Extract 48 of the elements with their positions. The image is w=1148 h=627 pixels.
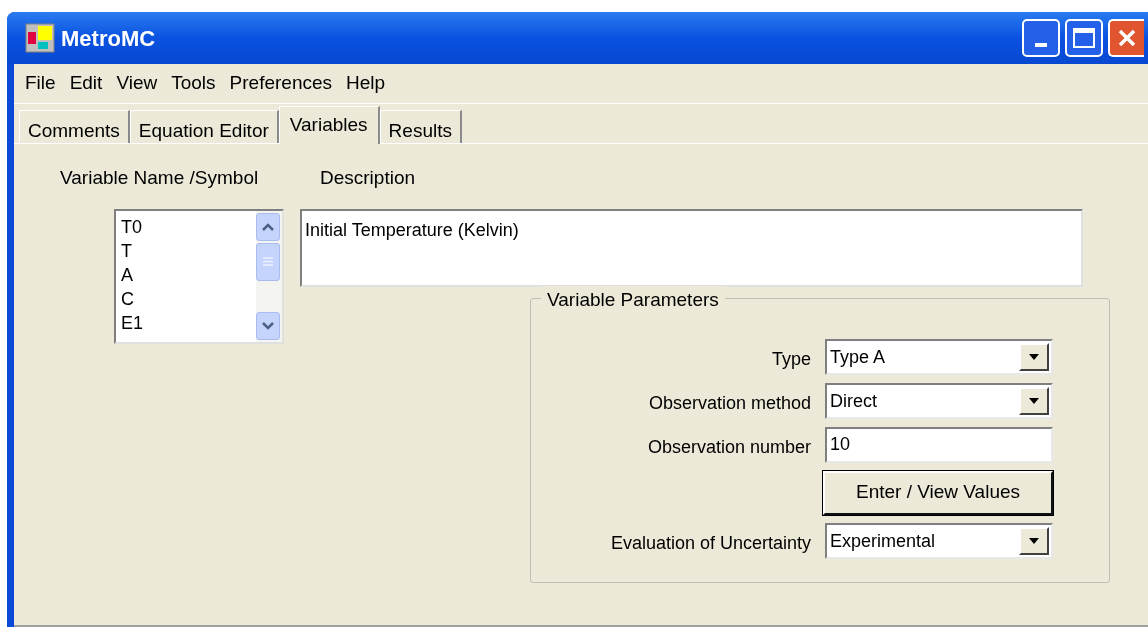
dropdown-arrow-icon — [1029, 537, 1039, 544]
dropdown-value: Direct — [830, 391, 877, 410]
dropdown-toggle[interactable] — [1019, 342, 1049, 371]
menu-item[interactable]: Preferences — [222, 69, 340, 98]
close-icon — [1117, 28, 1137, 48]
list-item[interactable]: T — [121, 238, 256, 263]
menu-item[interactable]: Help — [339, 69, 393, 98]
list-item[interactable]: A — [121, 262, 256, 287]
app-icon — [25, 23, 55, 53]
scroll-up-button[interactable] — [256, 212, 280, 241]
list-item[interactable]: E1 — [121, 310, 256, 335]
maximize-button[interactable] — [1065, 19, 1103, 57]
list-item[interactable]: T0 — [121, 214, 256, 239]
enter-values-button[interactable]: Enter / View Values — [823, 470, 1053, 515]
dropdown-arrow-icon — [1029, 353, 1039, 360]
dropdown[interactable]: Direct — [825, 382, 1053, 419]
field-label: Type — [771, 348, 811, 371]
variable-list[interactable]: T0 T A C E1 — [114, 208, 284, 344]
menu-item[interactable]: Edit — [62, 69, 110, 98]
close-button[interactable] — [1108, 19, 1144, 57]
tab[interactable]: Variables — [278, 106, 380, 144]
menu-item[interactable]: Tools — [164, 69, 223, 98]
dropdown-arrow-icon — [1029, 397, 1039, 404]
grip-icon — [263, 257, 273, 266]
menu-item[interactable]: View — [109, 69, 165, 98]
scroll-thumb[interactable] — [256, 242, 280, 281]
column-heading: Variable Name /Symbol — [60, 166, 260, 190]
tab[interactable]: Results — [379, 110, 462, 143]
dropdown[interactable]: Experimental — [825, 522, 1053, 559]
dropdown-value: Type A — [830, 347, 886, 366]
window-title: MetroMC — [61, 24, 156, 53]
dropdown-toggle[interactable] — [1019, 526, 1049, 555]
list-item[interactable]: C — [121, 286, 256, 311]
dropdown-toggle[interactable] — [1019, 386, 1049, 415]
description-field[interactable]: Initial Temperature (Kelvin) — [300, 208, 1083, 287]
field-label: Evaluation of Uncertainty — [610, 532, 811, 555]
dropdown[interactable]: Type A — [825, 338, 1053, 375]
tab[interactable]: Equation Editor — [129, 110, 279, 143]
text-field[interactable]: 10 — [825, 426, 1053, 463]
tab[interactable]: Comments — [19, 110, 130, 143]
minimize-button[interactable] — [1022, 19, 1060, 57]
field-label: Observation method — [648, 392, 811, 415]
scrollbar[interactable] — [256, 210, 282, 342]
scroll-down-button[interactable] — [256, 311, 280, 340]
menu-item[interactable]: File — [18, 69, 63, 98]
field-label: Observation number — [647, 436, 811, 459]
column-heading: Description — [320, 166, 416, 190]
dropdown-value: Experimental — [830, 531, 936, 550]
